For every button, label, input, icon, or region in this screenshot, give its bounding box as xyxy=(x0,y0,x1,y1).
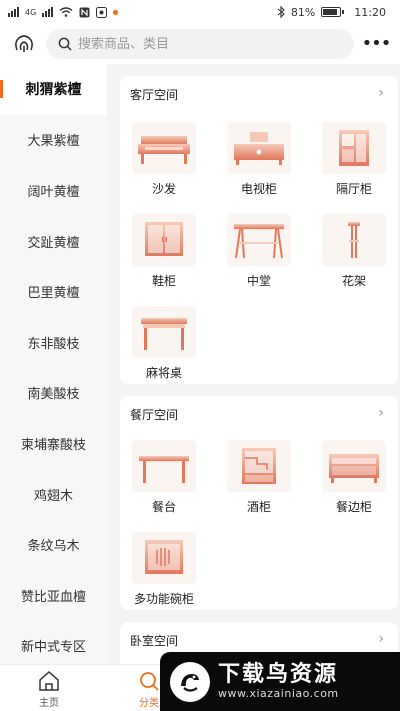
sidebar-item-8[interactable]: 柬埔寨酸枝 xyxy=(0,418,107,469)
category-item-mahjong-table[interactable]: 麻将桌 xyxy=(122,306,206,381)
bowl-cabinet-icon xyxy=(132,532,196,584)
nfc-icon xyxy=(79,7,90,17)
clock: 11:20 xyxy=(354,5,386,19)
sidebar-item-6[interactable]: 东非酸枝 xyxy=(0,317,107,368)
bluetooth-icon xyxy=(277,6,285,18)
chevron-right-icon[interactable]: › xyxy=(378,85,384,101)
category-item-flower-stand[interactable]: 花架 xyxy=(312,214,396,289)
signal-icon-2 xyxy=(42,7,54,17)
tv-cabinet-icon xyxy=(227,122,291,174)
network-type: 4G xyxy=(25,7,37,17)
wine-cabinet-icon xyxy=(227,440,291,492)
battery-icon xyxy=(321,7,342,17)
category-item-wine-cabinet[interactable]: 酒柜 xyxy=(217,440,301,515)
sidebar-item-3[interactable]: 阔叶黄檀 xyxy=(0,165,107,216)
sidebar-item-7[interactable]: 南美酸枝 xyxy=(0,368,107,419)
flower-stand-icon xyxy=(322,214,386,266)
sidebar-item-10[interactable]: 条纹乌木 xyxy=(0,519,107,570)
battery-percent: 81% xyxy=(290,5,316,19)
watermark-logo: 下载鸟资源 www.xiazainiao.com xyxy=(160,652,400,711)
sofa-icon xyxy=(132,122,196,174)
battery-tip xyxy=(342,10,345,14)
category-item-dining-table[interactable]: 餐台 xyxy=(122,440,206,515)
hall-table-icon xyxy=(227,214,291,266)
category-search-icon xyxy=(140,672,159,691)
section-title: 餐厅空间 xyxy=(130,408,179,422)
section-card-dining-room: 餐厅空间 › 餐台 酒柜 餐边柜 多功能碗柜 xyxy=(120,396,398,610)
status-left: 4G xyxy=(8,6,119,18)
watermark-text: 下载鸟资源 www.xiazainiao.com xyxy=(218,661,339,701)
signal-icon xyxy=(8,7,19,17)
mahjong-table-icon xyxy=(132,306,196,358)
search-icon xyxy=(58,37,72,51)
section-title: 客厅空间 xyxy=(130,88,179,102)
category-item-sofa[interactable]: 沙发 xyxy=(122,122,206,197)
home-icon xyxy=(39,671,59,691)
partition-cabinet-icon xyxy=(322,122,386,174)
more-button[interactable]: ••• xyxy=(358,29,394,59)
sidebar-item-1[interactable]: 刺猬紫檀 xyxy=(0,64,107,115)
sidebar-item-5[interactable]: 巴里黄檀 xyxy=(0,266,107,317)
chevron-right-icon[interactable]: › xyxy=(378,405,384,421)
sidebar-item-2[interactable]: 大果紫檀 xyxy=(0,115,107,166)
more-icon: ••• xyxy=(361,33,392,54)
nav-home[interactable]: 主页 xyxy=(19,671,79,709)
chevron-right-icon[interactable]: › xyxy=(378,631,384,647)
shoe-cabinet-icon xyxy=(132,214,196,266)
category-item-tv-cabinet[interactable]: 电视柜 xyxy=(217,122,301,197)
status-right: 81% 11:20 xyxy=(277,6,386,19)
status-bar: 4G 81% 11:20 xyxy=(0,0,400,24)
bird-logo-icon xyxy=(170,661,210,702)
category-item-sideboard[interactable]: 餐边柜 xyxy=(312,440,396,515)
category-item-hall-table[interactable]: 中堂 xyxy=(217,214,301,289)
brand-logo-icon[interactable] xyxy=(12,32,36,56)
wifi-icon xyxy=(59,7,73,17)
search-bar[interactable] xyxy=(46,29,354,59)
section-title: 卧室空间 xyxy=(130,634,179,648)
category-sidebar: 刺猬紫檀 大果紫檀 阔叶黄檀 交趾黄檀 巴里黄檀 东非酸枝 南美酸枝 柬埔寨酸枝… xyxy=(0,64,107,664)
notification-icon xyxy=(96,6,108,18)
status-dot xyxy=(113,9,119,15)
sidebar-item-9[interactable]: 鸡翅木 xyxy=(0,469,107,520)
search-header: ••• xyxy=(0,24,400,64)
category-item-partition-cabinet[interactable]: 隔厅柜 xyxy=(312,122,396,197)
sidebar-item-4[interactable]: 交趾黄檀 xyxy=(0,216,107,267)
category-item-bowl-cabinet[interactable]: 多功能碗柜 xyxy=(122,532,206,607)
sidebar-item-12[interactable]: 新中式专区 xyxy=(0,621,107,664)
search-input[interactable] xyxy=(78,36,328,52)
dining-table-icon xyxy=(132,440,196,492)
category-content: 客厅空间 › 沙发 电视柜 隔厅柜 鞋柜 中堂 花架 麻将桌 餐厅空间 › 餐台… xyxy=(107,64,400,664)
section-card-living-room: 客厅空间 › 沙发 电视柜 隔厅柜 鞋柜 中堂 花架 麻将桌 xyxy=(120,76,398,384)
category-item-shoe-cabinet[interactable]: 鞋柜 xyxy=(122,214,206,289)
sidebar-item-11[interactable]: 赞比亚血檀 xyxy=(0,570,107,621)
sideboard-icon xyxy=(322,440,386,492)
